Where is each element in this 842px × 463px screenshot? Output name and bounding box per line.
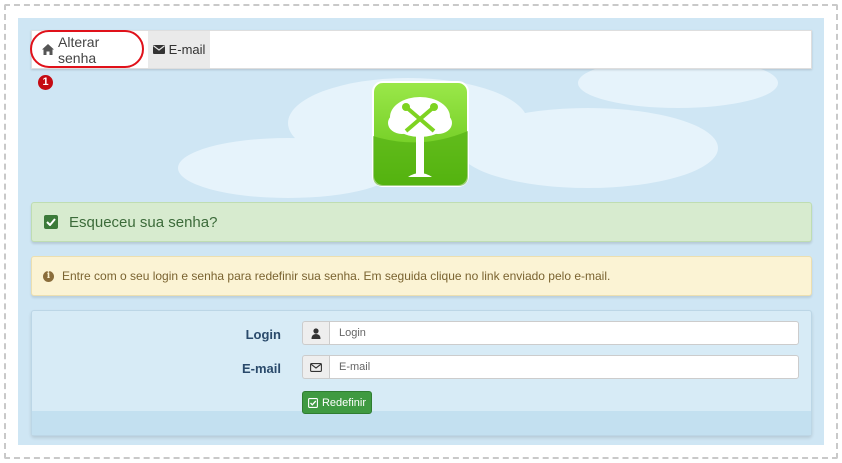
- user-icon: [302, 321, 329, 345]
- highlight-annotation: [30, 30, 144, 68]
- bg-cloud: [458, 108, 718, 188]
- redefinir-label: Redefinir: [321, 396, 367, 409]
- instructions-alert: i Entre com o seu login e senha para red…: [31, 256, 812, 296]
- top-nav: Alterar senha E-mail: [31, 30, 812, 69]
- form-footer: [32, 411, 811, 435]
- instructions-text: Entre com o seu login e senha para redef…: [62, 269, 611, 283]
- tab-email-label: E-mail: [168, 42, 206, 57]
- annotation-badge: 1: [38, 75, 53, 90]
- login-input-group: [302, 321, 799, 345]
- login-label: Login: [245, 327, 281, 342]
- tab-email[interactable]: E-mail: [148, 31, 210, 68]
- reset-form: Login E-mail Redefinir: [31, 310, 812, 436]
- envelope-outline-icon: [302, 355, 329, 379]
- page-canvas: Alterar senha E-mail 1 Esqueceu sua senh…: [18, 18, 824, 445]
- email-label: E-mail: [241, 361, 281, 376]
- forgot-password-heading: Esqueceu sua senha?: [69, 213, 218, 231]
- redefinir-button[interactable]: Redefinir: [302, 391, 372, 414]
- login-input[interactable]: [329, 321, 799, 345]
- email-input[interactable]: [329, 355, 799, 379]
- edit-check-icon: [308, 397, 318, 408]
- bg-cloud: [178, 138, 398, 198]
- email-input-group: [302, 355, 799, 379]
- check-square-icon: [44, 215, 58, 229]
- forgot-password-alert: Esqueceu sua senha?: [31, 202, 812, 242]
- info-circle-icon: i: [43, 270, 54, 282]
- envelope-icon: [152, 45, 165, 54]
- app-logo: [372, 81, 469, 187]
